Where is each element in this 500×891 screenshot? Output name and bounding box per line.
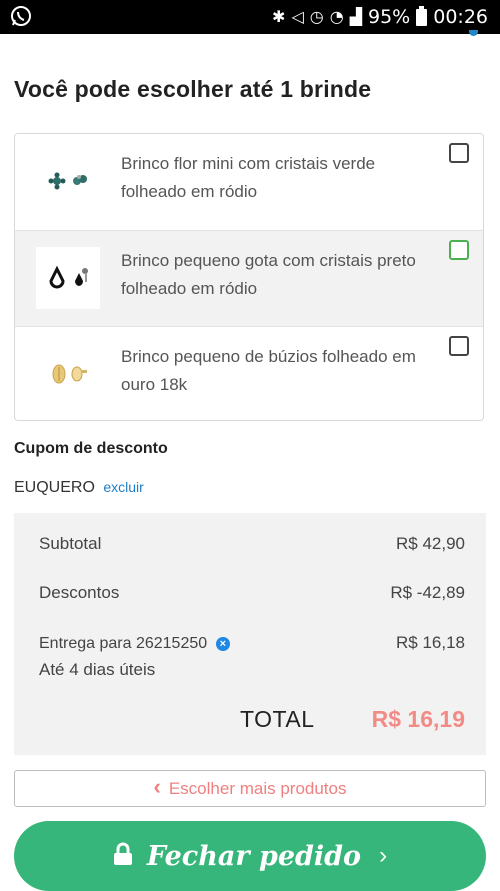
- delivery-row: Entrega para 26215250 × R$ 16,18: [39, 633, 465, 653]
- gift-image: [36, 247, 100, 309]
- delivery-label: Entrega para 26215250: [39, 635, 208, 652]
- subtotal-value: R$ 42,90: [396, 534, 465, 553]
- whatsapp-icon: [10, 5, 32, 32]
- coupon-code: EUQUERO: [14, 479, 95, 496]
- chevron-right-icon: ›: [379, 842, 388, 869]
- clock: 00:26: [433, 6, 488, 28]
- total-label: TOTAL: [240, 706, 315, 732]
- gift-image: [36, 150, 100, 212]
- scroll-indicator: [469, 30, 478, 36]
- wifi-icon: ◔: [329, 7, 344, 26]
- gift-option[interactable]: Brinco pequeno gota com cristais preto f…: [15, 230, 483, 326]
- discount-value: R$ -42,89: [390, 583, 465, 602]
- delivery-value: R$ 16,18: [396, 633, 465, 652]
- gift-image: [36, 343, 100, 405]
- discount-row: Descontos R$ -42,89: [39, 583, 465, 603]
- gift-name: Brinco flor mini com cristais verde folh…: [121, 154, 376, 201]
- lock-icon: [113, 842, 133, 871]
- gift-option[interactable]: Brinco flor mini com cristais verde folh…: [15, 134, 483, 230]
- status-bar: ✱ ◁ ◷ ◔ ▟ 95% 00:26: [0, 0, 500, 34]
- gift-option[interactable]: Brinco pequeno de búzios folheado em our…: [15, 326, 483, 420]
- mute-icon: ◁: [291, 7, 304, 26]
- alarm-icon: ◷: [309, 7, 324, 26]
- gift-checkbox[interactable]: [449, 143, 469, 163]
- choose-more-products-button[interactable]: ‹ Escolher mais produtos: [14, 770, 486, 807]
- gift-name: Brinco pequeno gota com cristais preto f…: [121, 251, 416, 298]
- remove-coupon-link[interactable]: excluir: [103, 479, 143, 495]
- total-value: R$ 16,19: [371, 706, 465, 732]
- checkout-button[interactable]: Fechar pedido ›: [14, 821, 486, 891]
- battery-level: 95%: [368, 6, 411, 28]
- battery-icon: [416, 5, 428, 26]
- signal-icon: ▟: [349, 7, 362, 26]
- coupon-line: EUQUERO excluir: [14, 479, 144, 497]
- chevron-left-icon: ‹: [153, 774, 161, 799]
- coupon-title: Cupom de desconto: [14, 440, 168, 457]
- gift-list: Brinco flor mini com cristais verde folh…: [14, 133, 484, 421]
- order-summary: Subtotal R$ 42,90 Descontos R$ -42,89 En…: [14, 513, 486, 755]
- page-title: Você pode escolher até 1 brinde: [14, 76, 372, 102]
- checkout-label: Fechar pedido: [146, 840, 362, 872]
- remove-zip-icon[interactable]: ×: [215, 637, 230, 651]
- gift-checkbox[interactable]: [449, 336, 469, 356]
- gift-checkbox[interactable]: [449, 240, 469, 260]
- delivery-days: Até 4 dias úteis: [39, 660, 156, 679]
- subtotal-row: Subtotal R$ 42,90: [39, 534, 465, 554]
- choose-more-products-label: Escolher mais produtos: [168, 778, 347, 798]
- gift-name: Brinco pequeno de búzios folheado em our…: [121, 347, 416, 394]
- discount-label: Descontos: [39, 583, 120, 602]
- bluetooth-icon: ✱: [272, 7, 286, 26]
- subtotal-label: Subtotal: [39, 534, 102, 553]
